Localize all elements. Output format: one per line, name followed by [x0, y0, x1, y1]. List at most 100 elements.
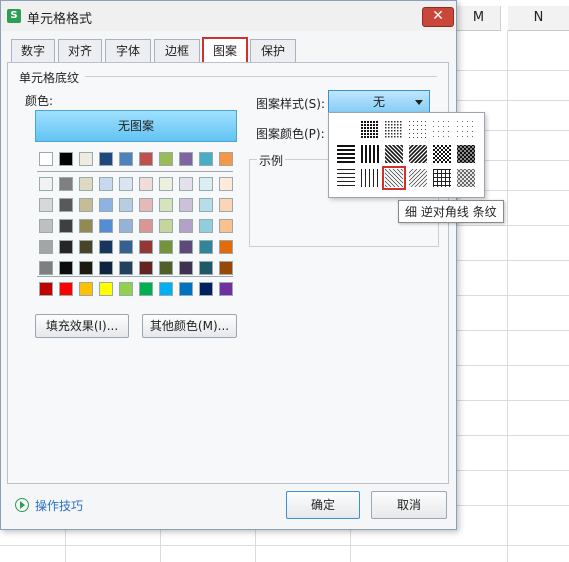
- color-swatch[interactable]: [99, 219, 113, 233]
- color-swatch[interactable]: [159, 152, 173, 166]
- color-swatch[interactable]: [99, 240, 113, 254]
- color-swatch[interactable]: [199, 198, 213, 212]
- color-swatch[interactable]: [79, 152, 93, 166]
- color-swatch[interactable]: [159, 219, 173, 233]
- pattern-dense-dots[interactable]: [385, 121, 403, 139]
- fill-effects-button[interactable]: 填充效果(I)...: [35, 314, 129, 338]
- more-colors-button[interactable]: 其他颜色(M)...: [142, 314, 237, 338]
- pattern-thick-vertical[interactable]: [361, 145, 379, 163]
- color-swatch[interactable]: [59, 219, 73, 233]
- color-swatch[interactable]: [119, 219, 133, 233]
- color-swatch[interactable]: [39, 177, 53, 191]
- color-swatch[interactable]: [79, 240, 93, 254]
- tab-border[interactable]: 边框: [154, 39, 200, 62]
- color-swatch[interactable]: [199, 240, 213, 254]
- color-swatch[interactable]: [39, 219, 53, 233]
- color-swatch[interactable]: [119, 152, 133, 166]
- pattern-thin-horizontal[interactable]: [337, 169, 355, 187]
- tab-pattern[interactable]: 图案: [202, 37, 248, 64]
- tab-font[interactable]: 字体: [105, 39, 151, 62]
- pattern-light-dots[interactable]: [433, 121, 451, 139]
- color-swatch[interactable]: [59, 152, 73, 166]
- color-swatch[interactable]: [39, 282, 53, 296]
- color-swatch[interactable]: [39, 198, 53, 212]
- no-pattern-button[interactable]: 无图案: [35, 110, 237, 142]
- color-swatch[interactable]: [219, 152, 233, 166]
- color-swatch[interactable]: [119, 177, 133, 191]
- title-bar[interactable]: S 单元格格式 ✕: [1, 1, 456, 31]
- pattern-thin-diagonal[interactable]: [409, 169, 427, 187]
- color-swatch[interactable]: [179, 282, 193, 296]
- color-swatch[interactable]: [59, 198, 73, 212]
- color-swatch[interactable]: [59, 261, 73, 275]
- color-swatch[interactable]: [199, 177, 213, 191]
- color-swatch[interactable]: [39, 152, 53, 166]
- color-swatch[interactable]: [159, 240, 173, 254]
- color-swatch[interactable]: [219, 261, 233, 275]
- pattern-thick-reverse-diagonal[interactable]: [385, 145, 403, 163]
- tips-link[interactable]: 操作技巧: [15, 497, 83, 514]
- pattern-thin-diagonal-crosshatch[interactable]: [457, 169, 475, 187]
- color-swatch[interactable]: [99, 261, 113, 275]
- color-swatch[interactable]: [99, 282, 113, 296]
- column-header-m[interactable]: M: [457, 6, 501, 31]
- color-swatch[interactable]: [179, 198, 193, 212]
- color-swatch[interactable]: [99, 152, 113, 166]
- color-swatch[interactable]: [199, 219, 213, 233]
- color-swatch[interactable]: [159, 282, 173, 296]
- color-swatch[interactable]: [119, 198, 133, 212]
- pattern-none[interactable]: [337, 121, 355, 139]
- pattern-thick-crosshatch[interactable]: [433, 145, 451, 163]
- color-swatch[interactable]: [139, 282, 153, 296]
- pattern-sparse-dots[interactable]: [457, 121, 475, 139]
- color-swatch[interactable]: [79, 198, 93, 212]
- color-swatch[interactable]: [179, 219, 193, 233]
- color-swatch[interactable]: [79, 177, 93, 191]
- pattern-medium-dots[interactable]: [409, 121, 427, 139]
- pattern-thick-diagonal-crosshatch[interactable]: [457, 145, 475, 163]
- tab-protection[interactable]: 保护: [250, 39, 296, 62]
- color-swatch[interactable]: [59, 282, 73, 296]
- color-swatch[interactable]: [139, 152, 153, 166]
- color-swatch[interactable]: [59, 177, 73, 191]
- pattern-thin-vertical[interactable]: [361, 169, 379, 187]
- color-swatch[interactable]: [139, 198, 153, 212]
- color-swatch[interactable]: [179, 177, 193, 191]
- color-swatch[interactable]: [199, 261, 213, 275]
- color-swatch[interactable]: [39, 261, 53, 275]
- color-swatch[interactable]: [159, 261, 173, 275]
- color-swatch[interactable]: [159, 198, 173, 212]
- color-swatch[interactable]: [179, 240, 193, 254]
- color-swatch[interactable]: [119, 261, 133, 275]
- color-swatch[interactable]: [159, 177, 173, 191]
- color-swatch[interactable]: [179, 152, 193, 166]
- color-swatch[interactable]: [99, 198, 113, 212]
- close-button[interactable]: ✕: [422, 7, 454, 27]
- color-swatch[interactable]: [99, 177, 113, 191]
- pattern-thick-horizontal[interactable]: [337, 145, 355, 163]
- tab-alignment[interactable]: 对齐: [58, 39, 102, 62]
- pattern-solid-dark-dots[interactable]: [361, 121, 379, 139]
- color-swatch[interactable]: [199, 282, 213, 296]
- color-swatch[interactable]: [39, 240, 53, 254]
- color-swatch[interactable]: [219, 177, 233, 191]
- color-swatch[interactable]: [139, 240, 153, 254]
- color-swatch[interactable]: [79, 282, 93, 296]
- pattern-thin-reverse-diagonal[interactable]: [382, 166, 406, 190]
- color-swatch[interactable]: [219, 219, 233, 233]
- ok-button[interactable]: 确定: [286, 491, 360, 519]
- column-header-n[interactable]: N: [508, 6, 569, 31]
- color-swatch[interactable]: [79, 219, 93, 233]
- cancel-button[interactable]: 取消: [371, 491, 447, 519]
- color-swatch[interactable]: [79, 261, 93, 275]
- color-swatch[interactable]: [139, 177, 153, 191]
- pattern-style-select[interactable]: 无: [328, 90, 430, 114]
- color-swatch[interactable]: [119, 282, 133, 296]
- tab-number[interactable]: 数字: [11, 39, 55, 62]
- color-swatch[interactable]: [139, 261, 153, 275]
- color-swatch[interactable]: [219, 282, 233, 296]
- pattern-thick-diagonal[interactable]: [409, 145, 427, 163]
- color-swatch[interactable]: [219, 240, 233, 254]
- color-swatch[interactable]: [119, 240, 133, 254]
- color-swatch[interactable]: [179, 261, 193, 275]
